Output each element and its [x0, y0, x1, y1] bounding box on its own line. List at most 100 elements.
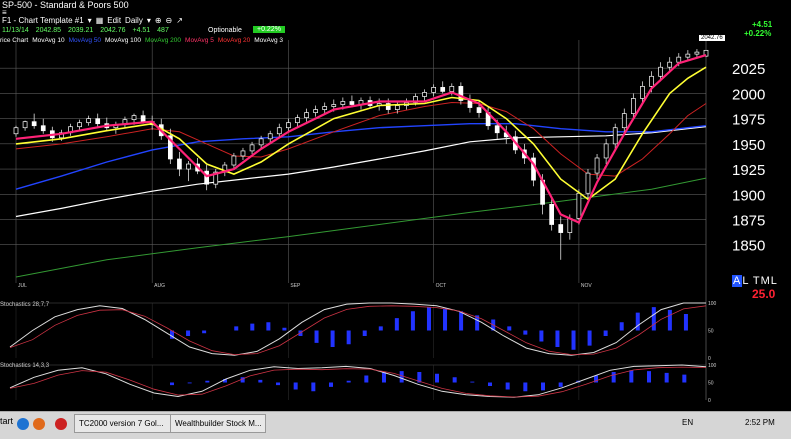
histogram-bar	[470, 381, 475, 383]
candle-body	[612, 127, 618, 145]
last-price-badge: 2042.76	[699, 35, 725, 41]
price-chart[interactable]: 1850 1875 1900 1925 1950 1975 2000 2025 JUL AUG SE…	[0, 0, 791, 410]
candle-body	[258, 138, 264, 146]
candle-body	[685, 53, 691, 58]
histogram-bar	[346, 330, 351, 345]
candle-body	[594, 157, 600, 174]
firefox-icon[interactable]	[33, 418, 45, 430]
candle-body	[340, 101, 346, 105]
candle-body	[267, 133, 273, 140]
histogram-bar	[394, 318, 399, 331]
y-tick-label: 1950	[732, 137, 765, 154]
ie-icon[interactable]	[17, 418, 29, 430]
candle-body	[649, 75, 654, 87]
candle-body	[603, 143, 609, 159]
candle-body	[549, 204, 555, 225]
y-tick-label: 2000	[732, 86, 765, 103]
candle-body	[694, 51, 700, 55]
histogram-bar	[250, 323, 255, 331]
y-tick-label: 1900	[732, 187, 765, 204]
x-tick-label: SEP	[290, 283, 301, 289]
histogram-bar	[611, 372, 616, 383]
candle-body	[295, 117, 300, 124]
indicator-tick-label: 0	[708, 356, 711, 362]
histogram-bar	[276, 382, 280, 386]
candle-body	[667, 61, 673, 68]
candle-body	[331, 104, 337, 107]
stoch-k-line	[9, 302, 706, 356]
candle-body	[304, 112, 309, 118]
ma-line-ma200	[15, 177, 707, 278]
y-tick-label: 2025	[732, 61, 765, 78]
candle-body	[286, 122, 291, 129]
histogram-bar	[587, 330, 592, 346]
histogram-bar	[452, 377, 457, 383]
candle-body	[322, 106, 328, 110]
histogram-bar	[170, 382, 174, 386]
histogram-bar	[555, 330, 560, 347]
histogram-bar	[346, 380, 351, 383]
indicator-label-1: Stochastics 28,7,7	[0, 302, 50, 308]
histogram-bar	[664, 372, 669, 383]
y-tick-label: 1875	[732, 212, 765, 229]
histogram-bar	[443, 308, 448, 331]
candle-body	[276, 127, 282, 135]
histogram-bar	[629, 370, 634, 383]
histogram-bar	[558, 382, 563, 387]
candle-body	[621, 113, 627, 129]
histogram-bar	[330, 330, 335, 347]
language-indicator[interactable]: EN	[682, 418, 693, 427]
candle-body	[231, 155, 237, 166]
histogram-bar	[523, 382, 528, 392]
candle-body	[13, 127, 19, 135]
taskbar-item-tc2000[interactable]: TC2000 version 7 Gol...	[74, 414, 172, 433]
candle-body	[86, 118, 91, 124]
histogram-bar	[507, 326, 512, 331]
indicator-tick-label: 50	[708, 381, 714, 387]
altml-value: 25.0	[752, 287, 776, 301]
candle-body	[249, 144, 255, 152]
app-icon[interactable]	[55, 418, 67, 430]
y-tick-label: 1850	[732, 238, 765, 255]
candle-body	[394, 105, 400, 110]
candle-body	[422, 92, 427, 97]
candle-body	[449, 86, 455, 92]
x-tick-label: OCT	[436, 283, 447, 289]
taskbar-item-wealthbuilder[interactable]: Wealthbuilder Stock M...	[170, 414, 266, 433]
histogram-bar	[435, 373, 439, 383]
candle-body	[40, 125, 46, 132]
histogram-bar	[266, 322, 271, 331]
histogram-bar	[187, 382, 192, 384]
candle-body	[95, 118, 101, 125]
ma-line-ma20	[15, 101, 707, 177]
histogram-bar	[523, 330, 528, 335]
histogram-bar	[619, 322, 624, 331]
candle-body	[131, 115, 137, 121]
histogram-bar	[314, 330, 319, 343]
stoch-d-line	[9, 366, 707, 398]
histogram-bar	[541, 382, 545, 391]
histogram-bar	[651, 307, 656, 331]
histogram-bar	[362, 330, 367, 336]
histogram-bar	[293, 382, 298, 390]
x-tick-label: AUG	[154, 283, 165, 289]
indicator-tick-label: 100	[708, 301, 717, 307]
candle-body	[658, 66, 663, 77]
candle-body	[631, 98, 636, 114]
candle-body	[494, 125, 500, 134]
altml-label: AL TML	[732, 275, 778, 287]
ma-line-ma10	[15, 66, 707, 201]
histogram-bar	[311, 382, 316, 392]
start-button[interactable]: tart	[0, 416, 13, 426]
clock[interactable]: 2:52 PM	[745, 418, 775, 427]
histogram-bar	[186, 330, 191, 336]
histogram-bar	[505, 382, 510, 390]
candle-body	[22, 121, 28, 129]
histogram-bar	[399, 371, 404, 383]
histogram-bar	[382, 372, 386, 383]
candle-body	[140, 115, 146, 123]
candle-body	[440, 87, 446, 92]
candle-body	[313, 109, 318, 113]
histogram-bar	[202, 330, 207, 334]
candle-body	[77, 122, 82, 128]
